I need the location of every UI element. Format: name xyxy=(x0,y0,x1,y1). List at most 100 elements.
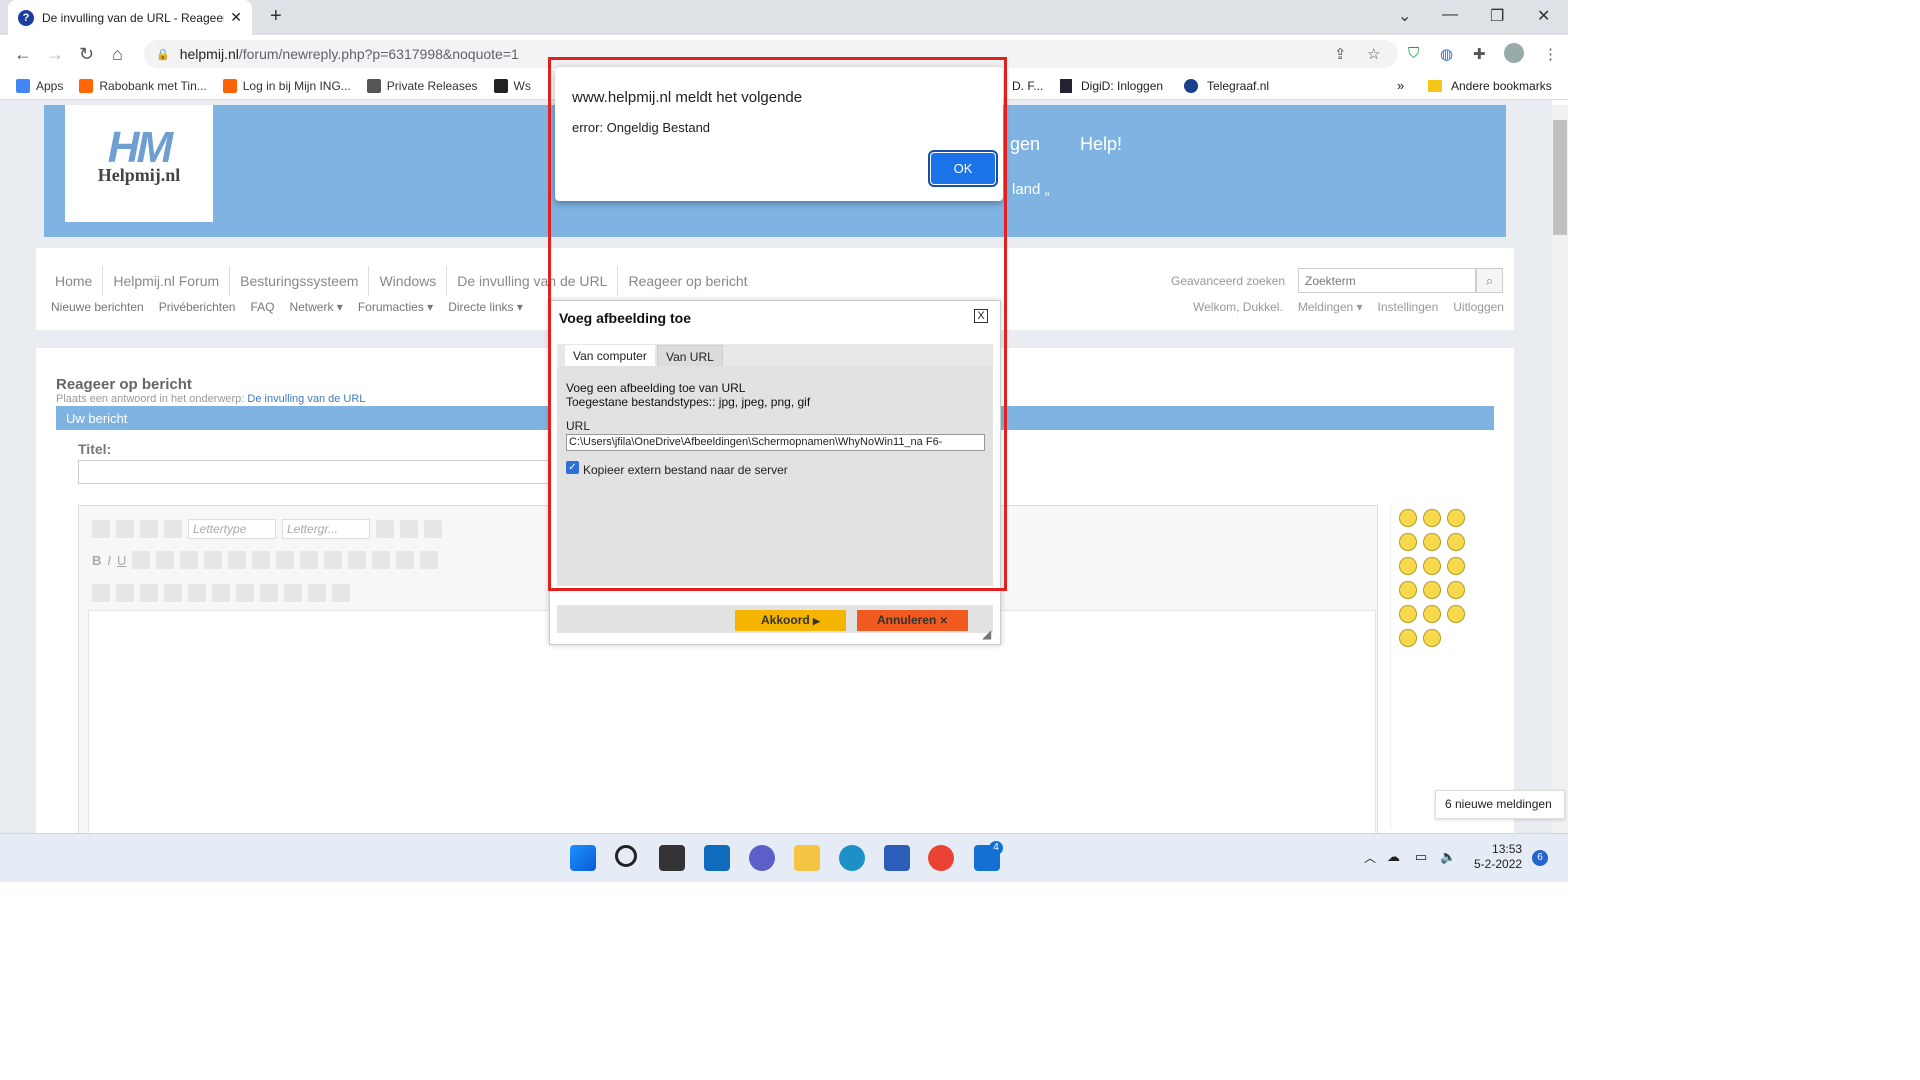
edge-icon[interactable] xyxy=(839,845,865,871)
notifications-menu[interactable]: Meldingen ▾ xyxy=(1298,300,1363,314)
back-icon[interactable]: ← xyxy=(14,44,32,65)
start-icon[interactable] xyxy=(570,845,596,871)
volume-icon[interactable]: 🔈 xyxy=(1440,849,1456,865)
split-icon[interactable] xyxy=(212,584,230,602)
close-tab-icon[interactable]: ✕ xyxy=(230,9,242,26)
private-messages-link[interactable]: Privéberichten xyxy=(159,300,236,314)
notification-badge[interactable]: 6 xyxy=(1532,850,1548,866)
bookmarks-overflow-icon[interactable]: » xyxy=(1397,78,1404,93)
subscript-icon[interactable] xyxy=(236,584,254,602)
cell-icon[interactable] xyxy=(164,584,182,602)
banner-menu-fragment[interactable]: gen xyxy=(1010,134,1040,155)
smiley-biggrin-icon[interactable] xyxy=(1423,629,1441,647)
outdent-icon[interactable] xyxy=(252,551,271,569)
close-window-icon[interactable]: ✕ xyxy=(1537,6,1550,26)
other-bookmarks[interactable]: Andere bookmarks xyxy=(1428,79,1552,93)
code-icon[interactable] xyxy=(308,584,326,602)
cut-icon[interactable] xyxy=(140,520,158,538)
avatar[interactable] xyxy=(1504,43,1524,63)
smiley-devil-icon[interactable] xyxy=(1423,605,1441,623)
unlink-icon[interactable] xyxy=(348,551,367,569)
widgets-icon[interactable] xyxy=(704,845,730,871)
bookmark-df[interactable]: D. F... xyxy=(1012,79,1043,93)
puzzle-icon[interactable]: ✚ xyxy=(1473,45,1486,63)
resize-handle-icon[interactable]: ◢ xyxy=(982,627,991,641)
shield-extension-icon[interactable]: ⛉ xyxy=(1408,45,1419,62)
task-view-icon[interactable] xyxy=(659,845,685,871)
copy-icon[interactable] xyxy=(164,520,182,538)
smiley-smile-icon[interactable] xyxy=(1423,509,1441,527)
smiley-confused-icon[interactable] xyxy=(1423,533,1441,551)
smiley-love-icon[interactable] xyxy=(1447,581,1465,599)
search-input[interactable]: Zoekterm xyxy=(1298,268,1476,293)
reload-icon[interactable]: ↻ xyxy=(79,44,94,65)
smiley-surprised-icon[interactable] xyxy=(1447,533,1465,551)
bookmark-rabobank[interactable]: Rabobank met Tin... xyxy=(79,79,207,93)
faq-link[interactable]: FAQ xyxy=(250,300,274,314)
menu-icon[interactable]: ⋮ xyxy=(1543,45,1558,63)
chrome-icon[interactable] xyxy=(928,845,954,871)
underline-icon[interactable]: U xyxy=(117,553,126,568)
new-tab-icon[interactable]: + xyxy=(270,5,282,28)
text-color-icon[interactable] xyxy=(376,520,394,538)
align-left-icon[interactable] xyxy=(132,551,151,569)
quote-icon[interactable] xyxy=(420,551,439,569)
teams-chat-icon[interactable] xyxy=(749,845,775,871)
forward-icon[interactable]: → xyxy=(46,44,64,65)
quick-links-menu[interactable]: Directe links ▾ xyxy=(448,300,523,314)
italic-icon[interactable]: I xyxy=(107,553,111,568)
table-col-icon[interactable] xyxy=(140,584,158,602)
remove-format-icon[interactable] xyxy=(92,520,110,538)
clock[interactable]: 13:53 5-2-2022 xyxy=(1474,842,1522,872)
logout-link[interactable]: Uitloggen xyxy=(1453,300,1504,314)
scrollbar-thumb[interactable] xyxy=(1553,120,1567,235)
notifications-toast[interactable]: 6 nieuwe meldingen xyxy=(1435,790,1565,819)
maximize-icon[interactable]: ❐ xyxy=(1490,6,1504,26)
smiley-tongue-icon[interactable] xyxy=(1399,605,1417,623)
table-icon[interactable] xyxy=(92,584,110,602)
email-icon[interactable] xyxy=(324,551,343,569)
indent-icon[interactable] xyxy=(276,551,295,569)
store-icon[interactable] xyxy=(884,845,910,871)
align-right-icon[interactable] xyxy=(180,551,199,569)
size-dropdown[interactable]: Lettergr... xyxy=(282,519,370,539)
smiley-eek-icon[interactable] xyxy=(1399,533,1417,551)
banner-help-link[interactable]: Help! xyxy=(1080,134,1122,155)
breadcrumb-home[interactable]: Home xyxy=(45,266,104,296)
breadcrumb-windows[interactable]: Windows xyxy=(369,266,448,296)
breadcrumb-forum[interactable]: Helpmij.nl Forum xyxy=(103,266,231,296)
browser-tab[interactable]: ? De invulling van de URL - Reageer ✕ xyxy=(8,0,252,35)
new-posts-link[interactable]: Nieuwe berichten xyxy=(51,300,144,314)
bookmark-telegraaf[interactable]: Telegraaf.nl xyxy=(1184,79,1269,93)
superscript-icon[interactable] xyxy=(260,584,278,602)
home-icon[interactable]: ⌂ xyxy=(112,44,123,65)
bookmark-digid[interactable]: DigiD: Inloggen xyxy=(1060,79,1163,93)
smiley-wink-icon[interactable] xyxy=(1423,557,1441,575)
cancel-button[interactable]: Annuleren ✕ xyxy=(857,610,968,631)
ordered-list-icon[interactable] xyxy=(204,551,223,569)
smiley-angry-icon[interactable] xyxy=(1399,509,1417,527)
accept-button[interactable]: Akkoord ▶ xyxy=(735,610,846,631)
image-icon[interactable] xyxy=(372,551,391,569)
link-icon[interactable] xyxy=(300,551,319,569)
smiley-rolleyes-icon[interactable] xyxy=(1399,581,1417,599)
align-center-icon[interactable] xyxy=(156,551,175,569)
smiley-frown-icon[interactable] xyxy=(1447,605,1465,623)
format-icon[interactable] xyxy=(116,520,134,538)
site-logo[interactable]: HM Helpmij.nl xyxy=(65,105,213,222)
smiley-thumbs-icon[interactable] xyxy=(1447,557,1465,575)
smiley-mad-icon[interactable] xyxy=(1399,557,1417,575)
smiley-laugh-icon[interactable] xyxy=(1399,629,1417,647)
onedrive-icon[interactable]: ☁ xyxy=(1387,849,1400,865)
paste-icon[interactable] xyxy=(424,520,442,538)
merge-icon[interactable] xyxy=(188,584,206,602)
subject-link[interactable]: De invulling van de URL xyxy=(247,393,365,405)
title-input[interactable] xyxy=(78,460,558,484)
table-row-icon[interactable] xyxy=(116,584,134,602)
bookmark-star-icon[interactable]: ☆ xyxy=(1367,45,1380,63)
breadcrumb-os[interactable]: Besturingssysteem xyxy=(230,266,370,296)
unordered-list-icon[interactable] xyxy=(228,551,247,569)
extension-icon[interactable]: ◍ xyxy=(1440,45,1453,63)
html-icon[interactable] xyxy=(332,584,350,602)
smiley-cool-icon[interactable] xyxy=(1447,509,1465,527)
